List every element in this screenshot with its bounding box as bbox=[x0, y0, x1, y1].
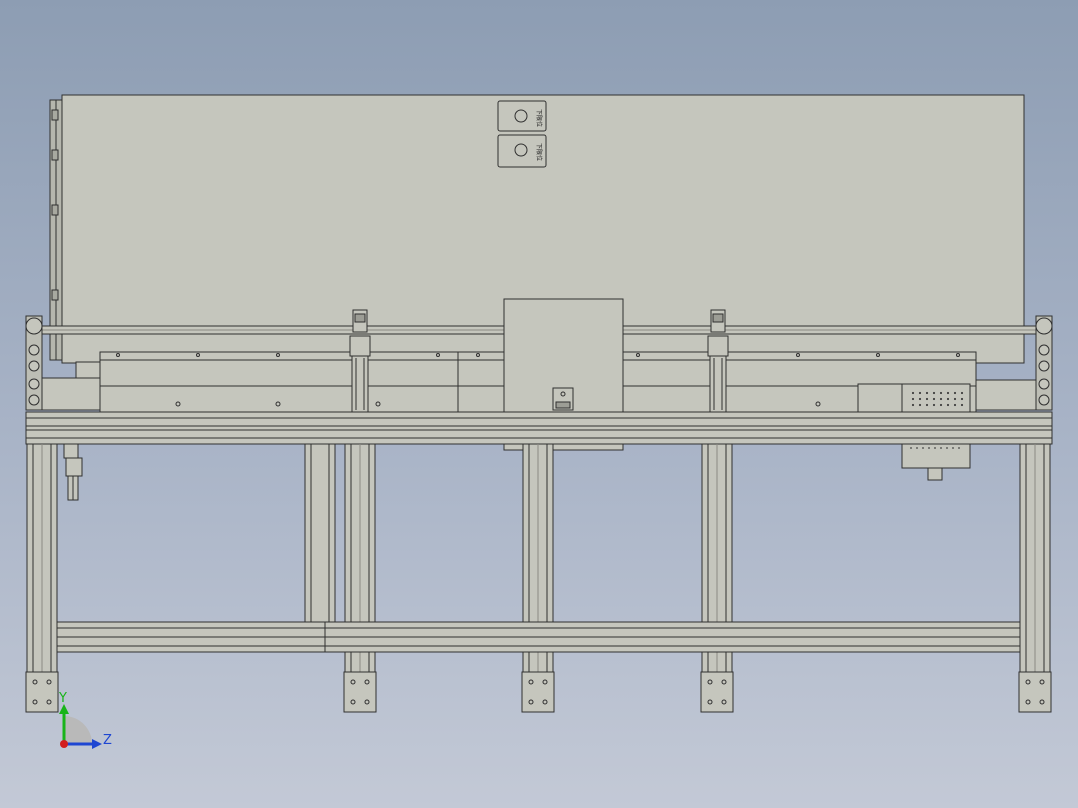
panel-label-lower: 下限位 bbox=[535, 143, 543, 161]
coordinate-triad: Y Z bbox=[58, 691, 112, 749]
center-carriage bbox=[503, 298, 624, 413]
limit-switch-panel-lower: 下限位 bbox=[497, 134, 547, 168]
inner-post bbox=[304, 443, 336, 623]
frame-leg-5 bbox=[1018, 443, 1052, 713]
left-linear-slider bbox=[349, 309, 371, 413]
z-axis-arrowhead bbox=[92, 739, 102, 749]
frame-leg-2 bbox=[343, 443, 377, 713]
frame-leg-4 bbox=[700, 443, 734, 713]
top-frame-beam bbox=[25, 411, 1053, 445]
right-linear-slider bbox=[707, 309, 729, 413]
z-axis-label: Z bbox=[103, 733, 112, 748]
frame-leg-1 bbox=[25, 443, 59, 713]
frame-leg-3 bbox=[521, 443, 555, 713]
triad-quadrant bbox=[64, 716, 92, 744]
y-axis-label: Y bbox=[58, 691, 67, 706]
limit-switch-panel-upper: 下限位 bbox=[497, 100, 547, 132]
center-mount-plate bbox=[503, 443, 624, 451]
panel-label-upper: 下限位 bbox=[535, 109, 543, 127]
vented-control-box bbox=[857, 383, 971, 413]
under-control-box bbox=[901, 443, 971, 481]
assembly-drawing: 下限位 下限位 Y Z bbox=[25, 94, 1053, 749]
x-axis-dot bbox=[60, 740, 68, 748]
pneumatic-cylinder bbox=[63, 443, 83, 501]
cad-viewport[interactable]: 下限位 下限位 Y Z bbox=[0, 0, 1078, 808]
lower-frame-beam bbox=[56, 621, 1021, 653]
